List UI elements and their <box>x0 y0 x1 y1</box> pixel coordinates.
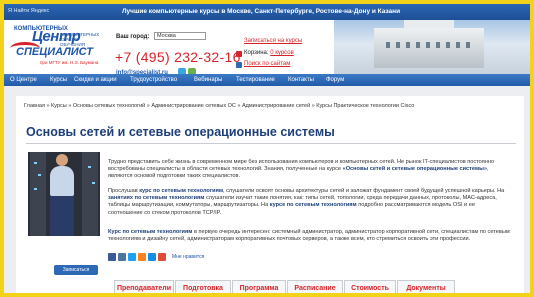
header-building-photo <box>334 20 530 74</box>
vk-icon[interactable] <box>118 253 126 261</box>
site-slogan: Лучшие компьютерные курсы в Москве, Санк… <box>122 8 401 15</box>
logo-subtitle: КОМПЬЮТЕРНЫХ КУРСОВ ОБУЧЕНИЯ <box>60 32 100 47</box>
enroll-link[interactable]: Записаться на курсы <box>244 38 302 44</box>
nav-item-contacts[interactable]: Контакты <box>288 77 314 83</box>
yandex-search-link[interactable]: Я Найти Яндекс <box>8 8 49 14</box>
city-label: Ваш город: <box>116 34 150 40</box>
logo-specialist: СПЕЦИАЛИСТ <box>16 46 93 58</box>
logo-tagline: при МГТУ им. Н.Э. Баумана <box>40 60 99 65</box>
cart-label: Корзина: <box>244 50 269 56</box>
main-nav: О Центре Курсы Скидки и акции Трудоустро… <box>4 74 530 86</box>
cart-value: 0 курсов <box>270 50 294 56</box>
skills-paragraph: Прослушав курс по сетевым технологиям, с… <box>108 188 505 216</box>
city-select-value: Москва <box>157 33 176 39</box>
course-name-bold: «Основы сетей и сетевые операционные сис… <box>342 166 487 173</box>
cart-status[interactable]: Корзина: 0 курсов <box>244 50 294 56</box>
search-icon <box>236 62 242 68</box>
mailru-icon[interactable] <box>148 253 156 261</box>
tab-documents[interactable]: Документы <box>397 280 455 293</box>
tab-program[interactable]: Программа <box>232 280 286 293</box>
breadcrumb[interactable]: Главная » Курсы » Основы сетевых техноло… <box>24 103 414 109</box>
nav-item-testing[interactable]: Тестирование <box>236 77 275 83</box>
site-logo[interactable]: КОМПЬЮТЕРНЫХ Центр КОМПЬЮТЕРНЫХ КУРСОВ О… <box>10 22 102 70</box>
cart-icon <box>236 51 242 57</box>
tab-price[interactable]: Стоимость <box>344 280 396 293</box>
phone-number: +7 (495) 232-32-16 <box>115 49 241 65</box>
nav-item-webinars[interactable]: Вебинары <box>194 77 222 83</box>
page-title: Основы сетей и сетевые операционные сист… <box>26 125 335 139</box>
nav-item-forum[interactable]: Форум <box>326 77 344 83</box>
page-frame: Я Найти Яндекс Лучшие компьютерные курсы… <box>4 4 530 293</box>
twitter-icon[interactable] <box>128 253 136 261</box>
facebook-icon[interactable] <box>108 253 116 261</box>
google-plus-icon[interactable] <box>158 253 166 261</box>
enroll-button[interactable]: Записаться <box>54 265 98 275</box>
site-header: КОМПЬЮТЕРНЫХ Центр КОМПЬЮТЕРНЫХ КУРСОВ О… <box>4 20 530 76</box>
nav-item-discounts[interactable]: Скидки и акции <box>74 77 117 83</box>
like-button[interactable]: Мне нравится <box>172 254 204 260</box>
site-search-link[interactable]: Поиск по сайтам <box>244 61 290 67</box>
nav-item-courses[interactable]: Курсы <box>50 77 67 83</box>
tab-preparation[interactable]: Подготовка <box>175 280 231 293</box>
city-select[interactable]: Москва <box>154 32 206 40</box>
tab-teachers[interactable]: Преподаватели <box>114 280 174 293</box>
top-banner: Я Найти Яндекс Лучшие компьютерные курсы… <box>4 4 530 20</box>
nav-item-about[interactable]: О Центре <box>10 77 37 83</box>
intro-paragraph: Трудно представить себе жизнь в современ… <box>108 159 495 180</box>
audience-paragraph: Курс по сетевым технологиям в первую оче… <box>108 229 510 243</box>
tab-schedule[interactable]: Расписание <box>287 280 343 293</box>
nav-item-employment[interactable]: Трудоустройство <box>130 77 177 83</box>
course-photo <box>28 152 100 236</box>
title-divider <box>26 143 516 144</box>
odnoklassniki-icon[interactable] <box>138 253 146 261</box>
